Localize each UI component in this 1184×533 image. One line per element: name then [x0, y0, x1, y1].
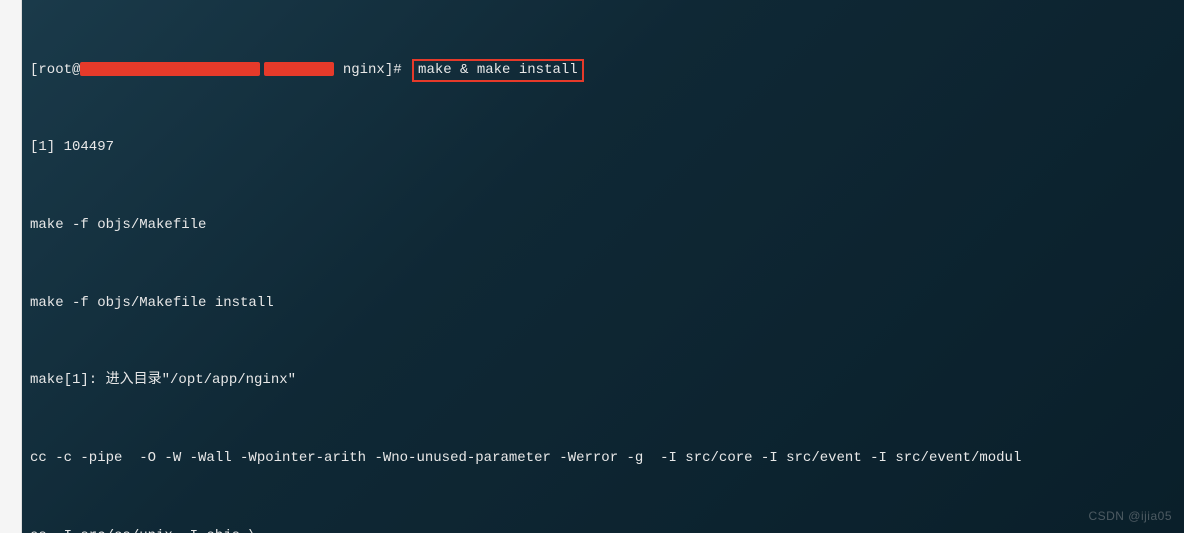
output-line: make -f objs/Makefile install [30, 291, 1176, 317]
output-line: [1] 104497 [30, 135, 1176, 161]
prompt-prefix: [root@ [30, 62, 80, 78]
prompt-line: [root@i-xxxxxxxxxxxxx xxxx nginx]# make &… [30, 58, 1176, 84]
output-line: make -f objs/Makefile [30, 213, 1176, 239]
prompt-suffix: nginx]# [334, 62, 410, 78]
redacted-host-a: i-xxxxxxxxxxxxx [80, 62, 260, 76]
terminal-output[interactable]: [root@i-xxxxxxxxxxxxx xxxx nginx]# make &… [22, 0, 1184, 533]
output-line: cc -c -pipe -O -W -Wall -Wpointer-arith … [30, 446, 1176, 472]
redacted-host-b: xxxx [264, 62, 334, 76]
command-text: make & make install [418, 62, 578, 78]
watermark: CSDN @ijia05 [1088, 505, 1172, 527]
command-highlight: make & make install [412, 59, 584, 82]
output-line: es -I src/os/unix -I objs \ [30, 524, 1176, 533]
output-line: make[1]: 进入目录"/opt/app/nginx" [30, 368, 1176, 394]
editor-gutter [0, 0, 22, 533]
